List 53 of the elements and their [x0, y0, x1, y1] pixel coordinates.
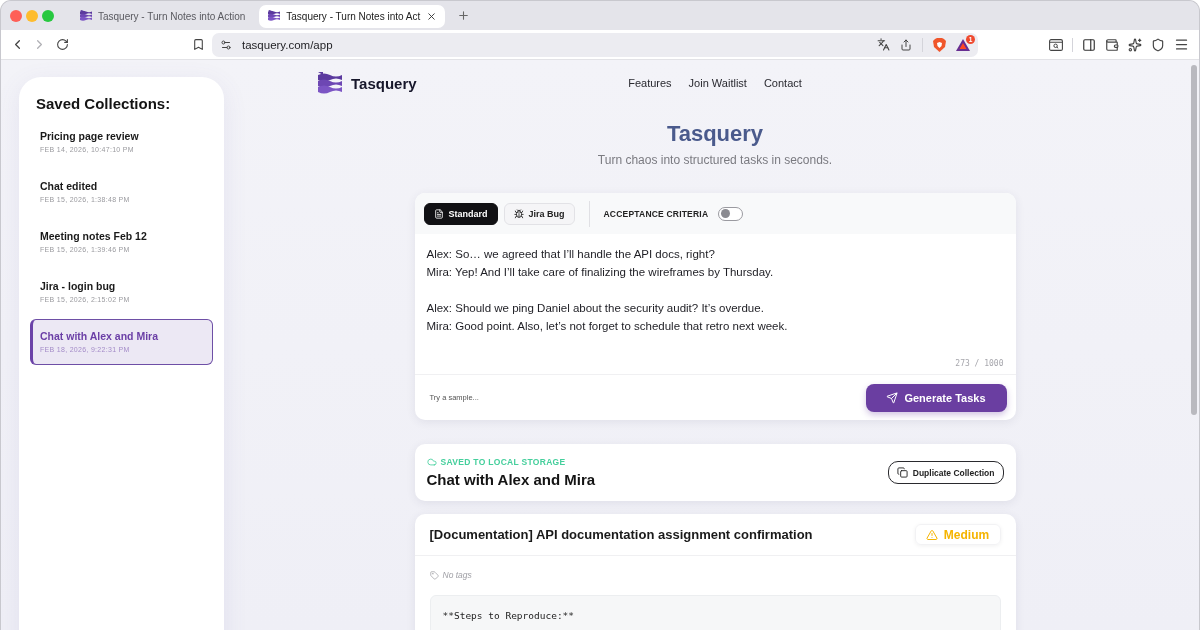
warning-icon: [925, 528, 938, 541]
wave-logo-icon: [80, 10, 92, 22]
translate-icon[interactable]: [877, 38, 890, 51]
collection-title: Jira - login bug: [40, 279, 117, 293]
wallet-icon[interactable]: [1105, 37, 1119, 52]
save-status: SAVED TO LOCAL STORAGE: [440, 456, 566, 467]
duplicate-button[interactable]: Duplicate Collection: [887, 461, 1004, 485]
collection-title: Pricing page review: [40, 129, 140, 143]
collection-title: Chat edited: [40, 179, 99, 193]
nav-link[interactable]: Features: [628, 77, 672, 90]
lion-shield-icon[interactable]: [933, 37, 946, 52]
generate-button[interactable]: Generate Tasks: [865, 383, 1007, 412]
task-title: [Documentation] API documentation assignment confirmation: [429, 527, 813, 543]
collection-title: Chat with Alex and Mira: [40, 329, 160, 343]
hero-title: Tasquery: [666, 120, 764, 149]
wave-logo-icon: [268, 10, 281, 22]
site-settings-icon[interactable]: [220, 38, 232, 51]
browser-tab[interactable]: Tasquery - Turn Notes into Act: [259, 4, 446, 28]
toggle-switch[interactable]: [718, 206, 744, 221]
reload-icon[interactable]: [56, 38, 69, 51]
mode-button[interactable]: Standard: [423, 202, 498, 225]
toggle-label: ACCEPTANCE CRITERIA: [603, 208, 709, 219]
tag-icon: [429, 570, 439, 580]
sidebar-title: Saved Collections:: [36, 95, 172, 113]
nav-link[interactable]: Join Waitlist: [688, 77, 747, 90]
mode-button[interactable]: Jira Bug: [503, 202, 575, 225]
send-icon: [886, 391, 899, 404]
nav-link[interactable]: Contact: [763, 77, 802, 90]
copy-icon: [896, 467, 908, 479]
hero-subtitle: Turn chaos into structured tasks in seconds.: [597, 152, 833, 169]
collection-heading: Chat with Alex and Mira: [426, 470, 596, 489]
character-counter: 273 / 1000: [955, 359, 1004, 369]
brand-name: Tasquery: [351, 74, 417, 92]
bug-icon: [513, 208, 524, 219]
sparkle-icon[interactable]: [1128, 37, 1142, 52]
shield-icon[interactable]: [1151, 37, 1165, 52]
document-icon: [433, 208, 444, 219]
new-tab-icon[interactable]: [457, 9, 471, 22]
task-description: **Steps to Reproduce:**: [429, 595, 1001, 630]
browser-tab[interactable]: Tasquery - Turn Notes into Action: [71, 4, 254, 28]
tab-search-icon[interactable]: [1049, 38, 1063, 51]
scrollbar-thumb[interactable]: [1191, 65, 1197, 415]
collection-title: Meeting notes Feb 12: [40, 229, 148, 243]
menu-icon[interactable]: [1174, 37, 1189, 52]
tags-text: No tags: [442, 570, 472, 581]
share-icon[interactable]: [900, 38, 912, 51]
notes-text-area[interactable]: Alex: So… we agreed that I’ll handle the API docs, right? Mira: Yep! And I’ll take care of finalizing the wireframes by Thursday. Alex: Should we ping Daniel about the security audit? It’s overdue. Mira: Good point. Also, let’s not forget to schedule that retro next week. 273 / 1000: [414, 234, 1016, 375]
cloud-icon: [426, 456, 437, 467]
sidebar-icon[interactable]: [1082, 37, 1096, 52]
bookmark-icon[interactable]: [192, 38, 205, 51]
close-icon[interactable]: [426, 10, 438, 22]
brand-logo-icon: [318, 72, 342, 95]
priority-badge: Medium: [914, 524, 1001, 546]
